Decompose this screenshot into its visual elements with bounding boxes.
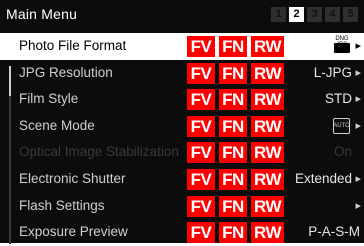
page-tab-5[interactable]: 5 <box>343 7 358 22</box>
menu-item-value: P-A-S-M <box>308 224 360 240</box>
menu-item-value: L-JPG <box>313 64 352 80</box>
rw-badge: RW <box>251 168 284 190</box>
page-tab-3[interactable]: 3 <box>307 7 322 22</box>
fn-badge: FN <box>219 36 247 57</box>
menu-header: Main Menu 1 2 3 4 5 <box>0 0 364 30</box>
rw-badge: RW <box>251 115 284 137</box>
fn-badge: FN <box>219 89 247 111</box>
menu-item-value: Extended <box>294 170 352 186</box>
menu-item-label: Exposure Preview <box>19 224 128 240</box>
fv-badge: FV <box>187 89 215 111</box>
menu-item-label: Film Style <box>19 91 79 107</box>
chevron-right-icon: ▸ <box>355 119 361 132</box>
menu-item-label: Optical Image Stabilization <box>19 144 179 160</box>
menu-item-jpg-resolution[interactable]: JPG Resolution FV FN RW L-JPG ▸ <box>0 60 364 87</box>
menu-item-flash-settings[interactable]: Flash Settings FV FN RW ▸ <box>0 193 364 220</box>
menu-item-label: Flash Settings <box>19 197 105 213</box>
menu-item-value: On <box>333 144 352 160</box>
fn-badge: FN <box>219 195 247 217</box>
fv-badge: FV <box>187 222 215 244</box>
menu-item-exposure-preview[interactable]: Exposure Preview FV FN RW P-A-S-M <box>0 219 364 246</box>
fv-badge: FV <box>187 36 215 57</box>
camera-menu-screen: Main Menu 1 2 3 4 5 Photo File Format FV… <box>0 0 364 246</box>
fv-badge: FV <box>187 195 215 217</box>
rw-badge: RW <box>251 222 284 244</box>
fn-badge: FN <box>219 115 247 137</box>
fv-badge: FV <box>187 168 215 190</box>
rw-badge: RW <box>251 142 284 164</box>
menu-item-scene-mode[interactable]: Scene Mode FV FN RW AUTO ▸ <box>0 113 364 140</box>
chevron-right-icon: ▸ <box>355 93 361 106</box>
page-tab-1[interactable]: 1 <box>271 7 286 22</box>
fn-badge: FN <box>219 142 247 164</box>
menu-item-optical-image-stabilization: Optical Image Stabilization FV FN RW On <box>0 139 364 166</box>
chevron-right-icon: ▸ <box>355 40 361 52</box>
menu-item-electronic-shutter[interactable]: Electronic Shutter FV FN RW Extended ▸ <box>0 166 364 193</box>
menu-item-film-style[interactable]: Film Style FV FN RW STD ▸ <box>0 86 364 113</box>
fn-badge: FN <box>219 62 247 84</box>
menu-item-photo-file-format[interactable]: Photo File Format FV FN RW DNG JPG ▸ <box>0 33 364 60</box>
rw-badge: RW <box>251 195 284 217</box>
menu-title: Main Menu <box>6 6 78 22</box>
menu-item-label: Electronic Shutter <box>19 170 126 186</box>
auto-mode-icon: AUTO <box>333 117 350 134</box>
menu-item-value: STD <box>325 91 352 107</box>
menu-list: Photo File Format FV FN RW DNG JPG ▸ JPG… <box>0 33 364 246</box>
rw-badge: RW <box>251 89 284 111</box>
page-tab-4[interactable]: 4 <box>325 7 340 22</box>
fv-badge: FV <box>187 62 215 84</box>
dng-jpg-format-icon: DNG JPG <box>333 36 351 56</box>
page-indicator: 1 2 3 4 5 <box>271 7 358 22</box>
fn-badge: FN <box>219 222 247 244</box>
menu-item-label: Photo File Format <box>19 38 127 53</box>
fv-badge: FV <box>187 142 215 164</box>
chevron-right-icon: ▸ <box>355 66 361 79</box>
chevron-right-icon: ▸ <box>355 199 361 212</box>
rw-badge: RW <box>251 36 284 57</box>
fv-badge: FV <box>187 115 215 137</box>
page-tab-2[interactable]: 2 <box>289 7 304 22</box>
rw-badge: RW <box>251 62 284 84</box>
menu-item-label: Scene Mode <box>19 117 95 133</box>
menu-item-label: JPG Resolution <box>19 64 113 80</box>
fn-badge: FN <box>219 168 247 190</box>
chevron-right-icon: ▸ <box>355 172 361 185</box>
